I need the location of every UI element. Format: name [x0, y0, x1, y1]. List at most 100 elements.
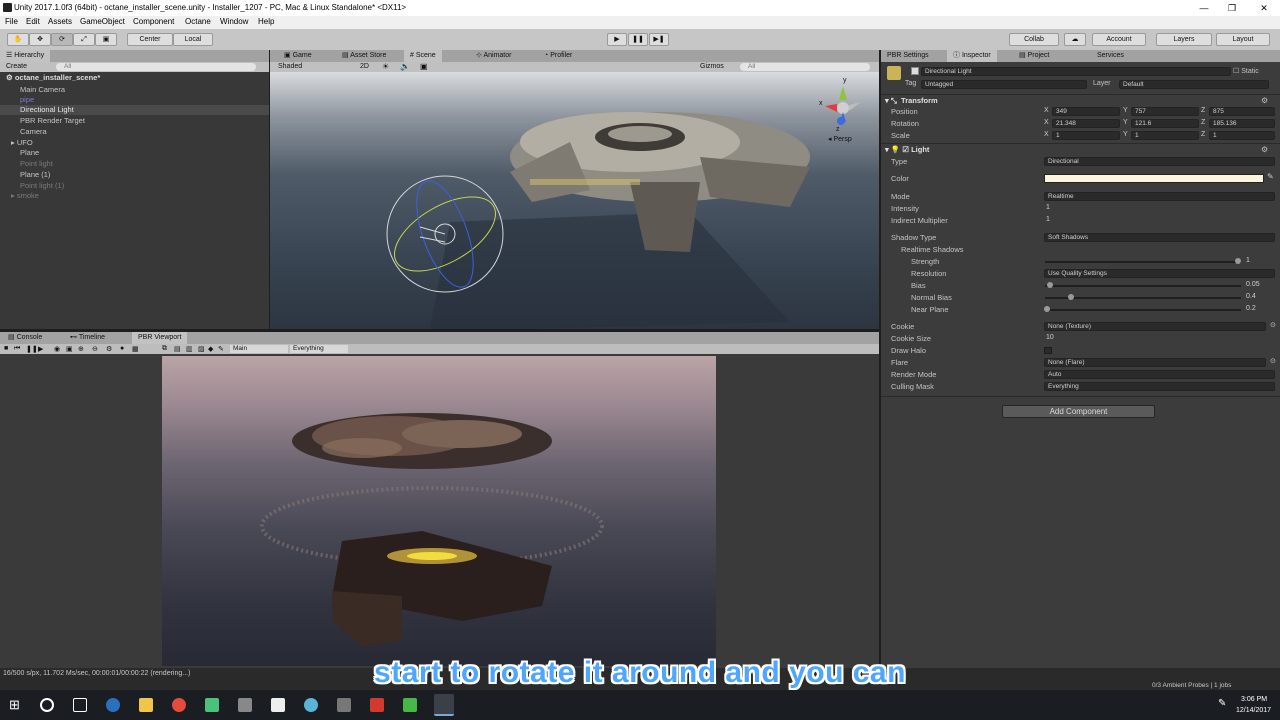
effects-toggle-icon[interactable]: ▣: [420, 62, 428, 71]
rotation-y-field[interactable]: 121.6: [1131, 119, 1199, 128]
tab-scene[interactable]: # Scene: [404, 50, 442, 62]
persp-label[interactable]: ◂ Persp: [828, 135, 852, 143]
cookie-size-field[interactable]: 10: [1046, 334, 1054, 341]
file-explorer-icon[interactable]: [139, 698, 153, 712]
browser-icon[interactable]: [106, 698, 120, 712]
color-swatch[interactable]: [1044, 174, 1264, 183]
tab-profiler[interactable]: ◔ Profiler: [538, 50, 578, 62]
layout-dropdown[interactable]: Layout: [1216, 33, 1270, 46]
shadow-type-dropdown[interactable]: Soft Shadows: [1044, 233, 1275, 242]
app-circle-icon[interactable]: [304, 698, 318, 712]
search-icon[interactable]: [40, 698, 54, 712]
hierarchy-item-ufo[interactable]: ▸ UFO: [11, 138, 33, 147]
transform-header[interactable]: ▾ ⤡ Transform: [885, 96, 938, 106]
near-plane-slider[interactable]: [1045, 309, 1241, 311]
menu-window[interactable]: Window: [220, 17, 248, 26]
hierarchy-item-point-light-1[interactable]: Point light (1): [20, 181, 64, 190]
pen-icon[interactable]: ✎: [1218, 698, 1232, 712]
cloud-icon[interactable]: ☁: [1064, 33, 1086, 46]
hierarchy-item-smoke[interactable]: ▸ smoke: [11, 191, 39, 200]
menu-edit[interactable]: Edit: [26, 17, 40, 26]
copy-icon[interactable]: ⧉: [162, 345, 167, 353]
menu-gameobject[interactable]: GameObject: [80, 17, 125, 26]
menu-octane[interactable]: Octane: [185, 17, 211, 26]
resolution-dropdown[interactable]: Use Quality Settings: [1044, 269, 1275, 278]
create-dropdown[interactable]: Create: [6, 63, 27, 70]
normal-bias-value[interactable]: 0.4: [1246, 293, 1256, 300]
menu-assets[interactable]: Assets: [48, 17, 72, 26]
hierarchy-search-input[interactable]: All: [56, 63, 256, 71]
light-settings-icon[interactable]: ⚙: [1261, 145, 1268, 154]
strength-value[interactable]: 1: [1246, 257, 1250, 264]
app-m-icon[interactable]: [205, 698, 219, 712]
tag-dropdown[interactable]: Untagged: [921, 80, 1087, 89]
pivot-space-button[interactable]: Local: [173, 33, 213, 46]
pause-button[interactable]: ❚❚: [628, 33, 648, 46]
step-button[interactable]: ▶❚: [649, 33, 669, 46]
scale-tool-icon[interactable]: ⤢: [73, 33, 95, 46]
hierarchy-item-plane[interactable]: Plane: [20, 148, 39, 157]
restart-render-icon[interactable]: ⏮: [14, 345, 20, 353]
close-button[interactable]: ✕: [1252, 1, 1276, 15]
menu-file[interactable]: File: [5, 17, 18, 26]
collab-button[interactable]: Collab: [1009, 33, 1059, 46]
unity-taskbar-icon-2[interactable]: [337, 698, 351, 712]
layer-select[interactable]: Default: [1119, 80, 1269, 89]
settings-icon[interactable]: ⚙: [106, 345, 112, 353]
hierarchy-item-pipe[interactable]: pipe: [20, 95, 34, 104]
tab-animator[interactable]: ⊹ Animator: [470, 50, 517, 62]
snapshot-icon[interactable]: ◆: [208, 345, 213, 353]
tab-game[interactable]: ▣ Game: [278, 50, 318, 62]
focus-icon[interactable]: ⊕: [78, 345, 84, 353]
position-x-field[interactable]: 349: [1052, 107, 1120, 116]
clock-time[interactable]: 3:06 PM: [1241, 696, 1267, 703]
stop-render-icon[interactable]: ■: [4, 345, 8, 352]
flare-picker-icon[interactable]: ⊙: [1270, 357, 1276, 365]
scale-z-field[interactable]: 1: [1209, 131, 1275, 140]
grid-icon[interactable]: ▦: [132, 345, 139, 353]
strength-slider-knob[interactable]: [1235, 258, 1241, 264]
hierarchy-item-pbr-render-target[interactable]: PBR Render Target: [20, 116, 85, 125]
indirect-multiplier-field[interactable]: 1: [1046, 216, 1050, 223]
tab-asset-store[interactable]: ▤ Asset Store: [336, 50, 392, 62]
draw-halo-checkbox[interactable]: [1044, 347, 1052, 354]
position-y-field[interactable]: 757: [1131, 107, 1199, 116]
menu-help[interactable]: Help: [258, 17, 274, 26]
tab-hierarchy[interactable]: ☰ Hierarchy: [0, 50, 51, 62]
tab-console[interactable]: ▤ Console: [2, 332, 48, 344]
rotation-x-field[interactable]: 21.348: [1052, 119, 1120, 128]
normal-bias-slider-knob[interactable]: [1068, 294, 1074, 300]
region-icon[interactable]: ▣: [66, 345, 73, 353]
move-tool-icon[interactable]: ✥: [29, 33, 51, 46]
strength-slider[interactable]: [1045, 261, 1241, 263]
clock-date[interactable]: 12/14/2017: [1236, 707, 1271, 714]
export-icon[interactable]: ▥: [186, 345, 193, 353]
windows-start-icon[interactable]: ⊞: [9, 698, 23, 712]
transform-settings-icon[interactable]: ⚙: [1261, 96, 1268, 105]
bias-slider[interactable]: [1045, 285, 1241, 287]
hierarchy-item-point-light[interactable]: Point light: [20, 159, 53, 168]
type-dropdown[interactable]: Directional: [1044, 157, 1275, 166]
rect-tool-icon[interactable]: ▣: [95, 33, 117, 46]
light-header[interactable]: ▾ 💡 ☑ Light: [885, 145, 929, 154]
hierarchy-item-main-camera[interactable]: Main Camera: [20, 85, 65, 94]
hierarchy-item-plane-1[interactable]: Plane (1): [20, 170, 50, 179]
rotate-tool-icon[interactable]: ⟳: [51, 33, 73, 46]
pivot-center-button[interactable]: Center: [127, 33, 173, 46]
chrome-icon[interactable]: [172, 698, 186, 712]
cookie-field[interactable]: None (Texture): [1044, 322, 1266, 331]
task-view-icon[interactable]: [73, 698, 87, 712]
circle-icon[interactable]: ●: [120, 345, 124, 352]
camera-dropdown[interactable]: Main: [230, 345, 288, 353]
tab-inspector[interactable]: ⓘ Inspector: [947, 50, 997, 62]
static-checkbox[interactable]: ☐ Static: [1233, 67, 1259, 75]
unity-active-taskbar-icon[interactable]: [434, 694, 454, 716]
hierarchy-item-directional-light[interactable]: Directional Light: [0, 105, 269, 115]
near-plane-value[interactable]: 0.2: [1246, 305, 1256, 312]
minimize-button[interactable]: —: [1192, 1, 1216, 15]
layers-dropdown[interactable]: Layers: [1156, 33, 1212, 46]
play-button[interactable]: ▶: [607, 33, 627, 46]
position-z-field[interactable]: 875: [1209, 107, 1275, 116]
hierarchy-item-camera[interactable]: Camera: [20, 127, 47, 136]
near-plane-slider-knob[interactable]: [1044, 306, 1050, 312]
